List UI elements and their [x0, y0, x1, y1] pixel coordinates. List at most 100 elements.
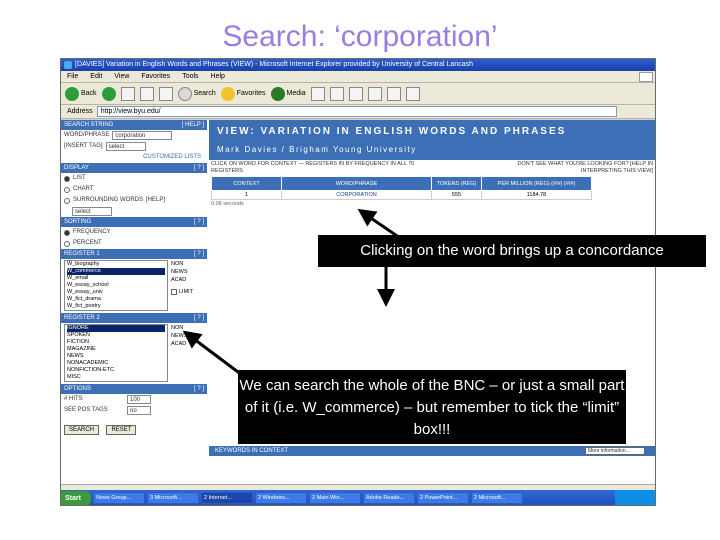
- forward-arrow-icon[interactable]: [101, 86, 116, 101]
- search-button[interactable]: Search: [177, 86, 216, 101]
- register2-help-link[interactable]: [ ? ]: [194, 313, 204, 323]
- list-item[interactable]: W_email: [67, 275, 165, 282]
- list-item[interactable]: W_fict_drama: [67, 296, 165, 303]
- list-item[interactable]: NONFICTION-ETC: [67, 367, 165, 374]
- list-item[interactable]: MISC: [67, 374, 165, 381]
- address-input[interactable]: http://view.byu.edu/: [96, 106, 617, 117]
- customized-lists-row: CUSTOMIZED LISTS: [61, 152, 207, 163]
- search-submit-button[interactable]: SEARCH: [64, 425, 100, 435]
- register2-side-news[interactable]: NEWS: [171, 332, 188, 340]
- display-list-radio[interactable]: [64, 175, 70, 182]
- register2-listbox[interactable]: IGNORE SPOKEN FICTION MAGAZINE NEWS NONA…: [64, 324, 168, 382]
- list-item[interactable]: IGNORE: [67, 325, 165, 332]
- taskbar-item[interactable]: 2 Internet...: [201, 492, 253, 504]
- pos-tags-label: SEE POS TAGS: [64, 407, 108, 413]
- hits-input[interactable]: 100: [127, 395, 151, 404]
- word-phrase-input[interactable]: corporation: [112, 131, 173, 140]
- table-header-row: CONTEXT WORD/PHRASE TOKENS (REG) PER MIL…: [211, 176, 592, 191]
- sort-frequency-radio[interactable]: [64, 229, 70, 236]
- menu-tools[interactable]: Tools: [182, 71, 198, 82]
- list-item[interactable]: FICTION: [67, 339, 165, 346]
- row-word-link[interactable]: CORPORATION: [281, 190, 432, 200]
- stop-icon[interactable]: [120, 86, 135, 101]
- surrounding-help-link[interactable]: [HELP]: [146, 195, 165, 206]
- media-button[interactable]: Media: [270, 86, 306, 101]
- display-chart-radio[interactable]: [64, 186, 70, 193]
- start-button[interactable]: Start: [61, 490, 91, 505]
- sort-percent-radio[interactable]: [64, 240, 70, 247]
- list-item[interactable]: MAGAZINE: [67, 346, 165, 353]
- register1-side: NON NEWS ACAD LIMIT: [171, 259, 193, 312]
- register1-side-non[interactable]: NON: [171, 260, 193, 268]
- search-string-help-link[interactable]: [ HELP ]: [182, 120, 204, 130]
- surrounding-label: SURROUNDING WORDS: [73, 197, 143, 203]
- taskbar: Start News Group... 3 Microsoft... 2 Int…: [61, 490, 655, 505]
- limit-row: LIMIT: [171, 288, 193, 296]
- insert-tag-select[interactable]: select: [105, 142, 146, 151]
- menu-help[interactable]: Help: [211, 71, 225, 82]
- pos-tags-row: SEE POS TAGS no: [61, 405, 207, 416]
- windows-flag-icon: [639, 72, 653, 82]
- register1-row: W_biography W_commerce W_email W_essay_s…: [61, 259, 207, 312]
- taskbar-item[interactable]: 3 Microsoft...: [147, 492, 199, 504]
- menu-edit[interactable]: Edit: [90, 71, 102, 82]
- register1-listbox[interactable]: W_biography W_commerce W_email W_essay_s…: [64, 260, 168, 311]
- results-help-link[interactable]: DON'T SEE WHAT YOU'RE LOOKING FOR? [HELP…: [493, 161, 653, 175]
- print-icon[interactable]: [348, 86, 363, 101]
- menu-view[interactable]: View: [114, 71, 129, 82]
- discuss-icon[interactable]: [386, 86, 401, 101]
- limit-checkbox[interactable]: [171, 289, 177, 295]
- register2-side-non[interactable]: NON: [171, 324, 188, 332]
- display-help-link[interactable]: [ ? ]: [194, 163, 204, 173]
- search-icon: [177, 86, 192, 101]
- options-header: OPTIONS[ ? ]: [61, 384, 207, 394]
- pos-tags-select[interactable]: no: [127, 406, 151, 415]
- menu-favorites[interactable]: Favorites: [141, 71, 170, 82]
- list-item[interactable]: W_biography: [67, 261, 165, 268]
- taskbar-item[interactable]: News Group...: [93, 492, 145, 504]
- sorting-help-link[interactable]: [ ? ]: [194, 217, 204, 227]
- refresh-icon[interactable]: [139, 86, 154, 101]
- register1-side-news[interactable]: NEWS: [171, 268, 193, 276]
- browser-title: [DAVIES] Variation in English Words and …: [75, 61, 473, 68]
- customized-lists-link[interactable]: CUSTOMIZED LISTS: [143, 152, 201, 163]
- register2-side-acad[interactable]: ACAD: [171, 340, 188, 348]
- list-item[interactable]: W_commerce: [67, 268, 165, 275]
- back-button[interactable]: Back: [65, 86, 97, 101]
- messenger-icon[interactable]: [405, 86, 420, 101]
- col-context: CONTEXT: [211, 176, 282, 191]
- taskbar-item[interactable]: 2 Windows...: [255, 492, 307, 504]
- list-item[interactable]: W_essay_univ: [67, 289, 165, 296]
- address-label: Address: [67, 108, 93, 115]
- col-word-phrase: WORD/PHRASE: [281, 176, 432, 191]
- surrounding-select[interactable]: select: [72, 207, 112, 216]
- menu-file[interactable]: File: [67, 71, 78, 82]
- options-help-link[interactable]: [ ? ]: [194, 384, 204, 394]
- surrounding-select-row: select: [61, 206, 207, 217]
- results-info-left: CLICK ON WORD FOR CONTEXT — REGISTERS IN…: [211, 161, 415, 174]
- surrounding-radio[interactable]: [64, 197, 70, 204]
- edit-icon[interactable]: [367, 86, 382, 101]
- taskbar-item[interactable]: 2 Microsoft...: [471, 492, 523, 504]
- list-item[interactable]: W_essay_school: [67, 282, 165, 289]
- taskbar-item[interactable]: Adobe Reade...: [363, 492, 415, 504]
- taskbar-item[interactable]: 2 Main Win...: [309, 492, 361, 504]
- star-icon: [220, 86, 235, 101]
- favorites-button[interactable]: Favorites: [220, 86, 266, 101]
- register1-help-link[interactable]: [ ? ]: [194, 249, 204, 259]
- list-item[interactable]: W_fict_poetry: [67, 303, 165, 310]
- home-icon[interactable]: [158, 86, 173, 101]
- insert-tag-label: [INSERT TAG]: [64, 143, 103, 149]
- history-icon[interactable]: [310, 86, 325, 101]
- taskbar-item[interactable]: 2 PowerPoint...: [417, 492, 469, 504]
- kwic-select[interactable]: More information...: [585, 447, 645, 455]
- kwic-header: KEYWORDS IN CONTEXT More information...: [209, 446, 655, 456]
- browser-toolbar: Back Search Favorites Media: [61, 83, 655, 105]
- list-item[interactable]: SPOKEN: [67, 332, 165, 339]
- mail-icon[interactable]: [329, 86, 344, 101]
- reset-button[interactable]: RESET: [106, 425, 137, 435]
- list-item[interactable]: NONACADEMIC: [67, 360, 165, 367]
- register1-side-acad[interactable]: ACAD: [171, 276, 193, 284]
- sorting-header: SORTING[ ? ]: [61, 217, 207, 227]
- list-item[interactable]: NEWS: [67, 353, 165, 360]
